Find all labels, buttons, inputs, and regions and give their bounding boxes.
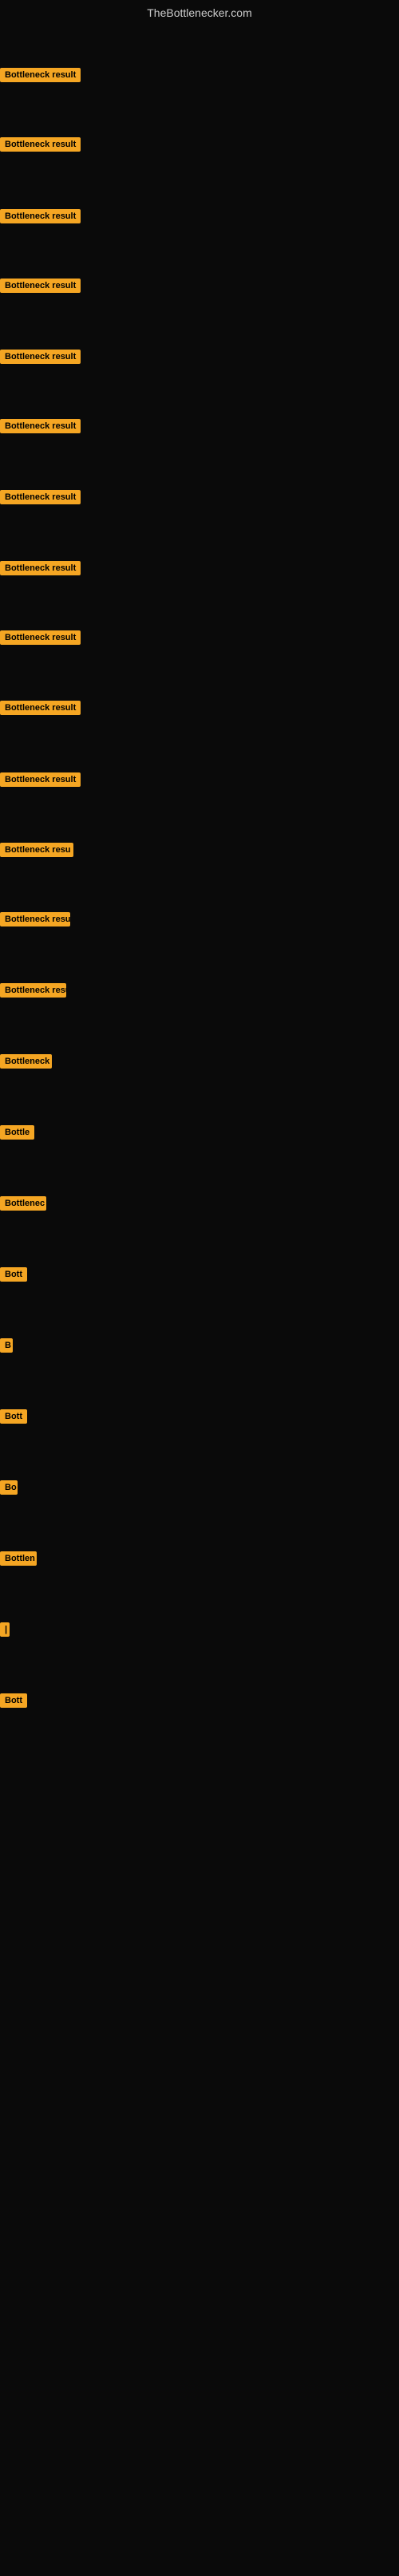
bottleneck-badge-8: Bottleneck result bbox=[0, 561, 81, 579]
bottleneck-badge-text-18: Bott bbox=[0, 1267, 27, 1282]
bottleneck-badge-3: Bottleneck result bbox=[0, 209, 81, 227]
bottleneck-badge-24: Bott bbox=[0, 1693, 27, 1712]
bottleneck-badge-text-16: Bottle bbox=[0, 1125, 34, 1140]
bottleneck-badge-18: Bott bbox=[0, 1267, 27, 1286]
bottleneck-badge-2: Bottleneck result bbox=[0, 137, 81, 156]
bottleneck-badge-text-21: Bo bbox=[0, 1480, 18, 1495]
bottleneck-badge-6: Bottleneck result bbox=[0, 419, 81, 437]
bottleneck-badge-text-6: Bottleneck result bbox=[0, 419, 81, 433]
bottleneck-badge-7: Bottleneck result bbox=[0, 490, 81, 508]
bottleneck-badge-11: Bottleneck result bbox=[0, 772, 81, 791]
bottleneck-badge-text-9: Bottleneck result bbox=[0, 630, 81, 645]
bottleneck-badge-text-7: Bottleneck result bbox=[0, 490, 81, 504]
bottleneck-badge-text-17: Bottlenec bbox=[0, 1196, 46, 1211]
bottleneck-badge-17: Bottlenec bbox=[0, 1196, 46, 1215]
bottleneck-badge-text-5: Bottleneck result bbox=[0, 350, 81, 364]
bottleneck-badge-19: B bbox=[0, 1338, 13, 1357]
bottleneck-badge-9: Bottleneck result bbox=[0, 630, 81, 649]
bottleneck-badge-4: Bottleneck result bbox=[0, 279, 81, 297]
bottleneck-badge-16: Bottle bbox=[0, 1125, 34, 1144]
bottleneck-badge-text-24: Bott bbox=[0, 1693, 27, 1708]
bottleneck-badge-21: Bo bbox=[0, 1480, 18, 1499]
bottleneck-badge-text-20: Bott bbox=[0, 1409, 27, 1424]
bottleneck-badge-text-15: Bottleneck bbox=[0, 1054, 52, 1069]
bottleneck-badge-text-12: Bottleneck resu bbox=[0, 843, 73, 857]
site-title: TheBottlenecker.com bbox=[0, 0, 399, 22]
bottleneck-badge-text-19: B bbox=[0, 1338, 13, 1353]
bottleneck-badge-text-11: Bottleneck result bbox=[0, 772, 81, 787]
bottleneck-badge-13: Bottleneck resu bbox=[0, 912, 70, 930]
bottleneck-badge-1: Bottleneck result bbox=[0, 68, 81, 86]
bottleneck-badge-text-3: Bottleneck result bbox=[0, 209, 81, 223]
bottleneck-badge-10: Bottleneck result bbox=[0, 701, 81, 719]
bottleneck-badge-text-22: Bottlen bbox=[0, 1551, 37, 1566]
bottleneck-badge-text-1: Bottleneck result bbox=[0, 68, 81, 82]
bottleneck-badge-12: Bottleneck resu bbox=[0, 843, 73, 861]
bottleneck-badge-15: Bottleneck bbox=[0, 1054, 52, 1073]
bottleneck-badge-text-13: Bottleneck resu bbox=[0, 912, 70, 926]
bottleneck-badge-text-8: Bottleneck result bbox=[0, 561, 81, 575]
bottleneck-badge-5: Bottleneck result bbox=[0, 350, 81, 368]
bottleneck-badge-22: Bottlen bbox=[0, 1551, 37, 1570]
bottleneck-badge-14: Bottleneck resu bbox=[0, 983, 66, 1002]
bottleneck-badge-20: Bott bbox=[0, 1409, 27, 1428]
bottleneck-badge-text-14: Bottleneck resu bbox=[0, 983, 66, 998]
bottleneck-badge-text-10: Bottleneck result bbox=[0, 701, 81, 715]
bottleneck-badge-text-2: Bottleneck result bbox=[0, 137, 81, 152]
bottleneck-badge-text-4: Bottleneck result bbox=[0, 279, 81, 293]
bottleneck-badge-text-23: | bbox=[0, 1622, 10, 1637]
bottleneck-badge-23: | bbox=[0, 1622, 10, 1641]
